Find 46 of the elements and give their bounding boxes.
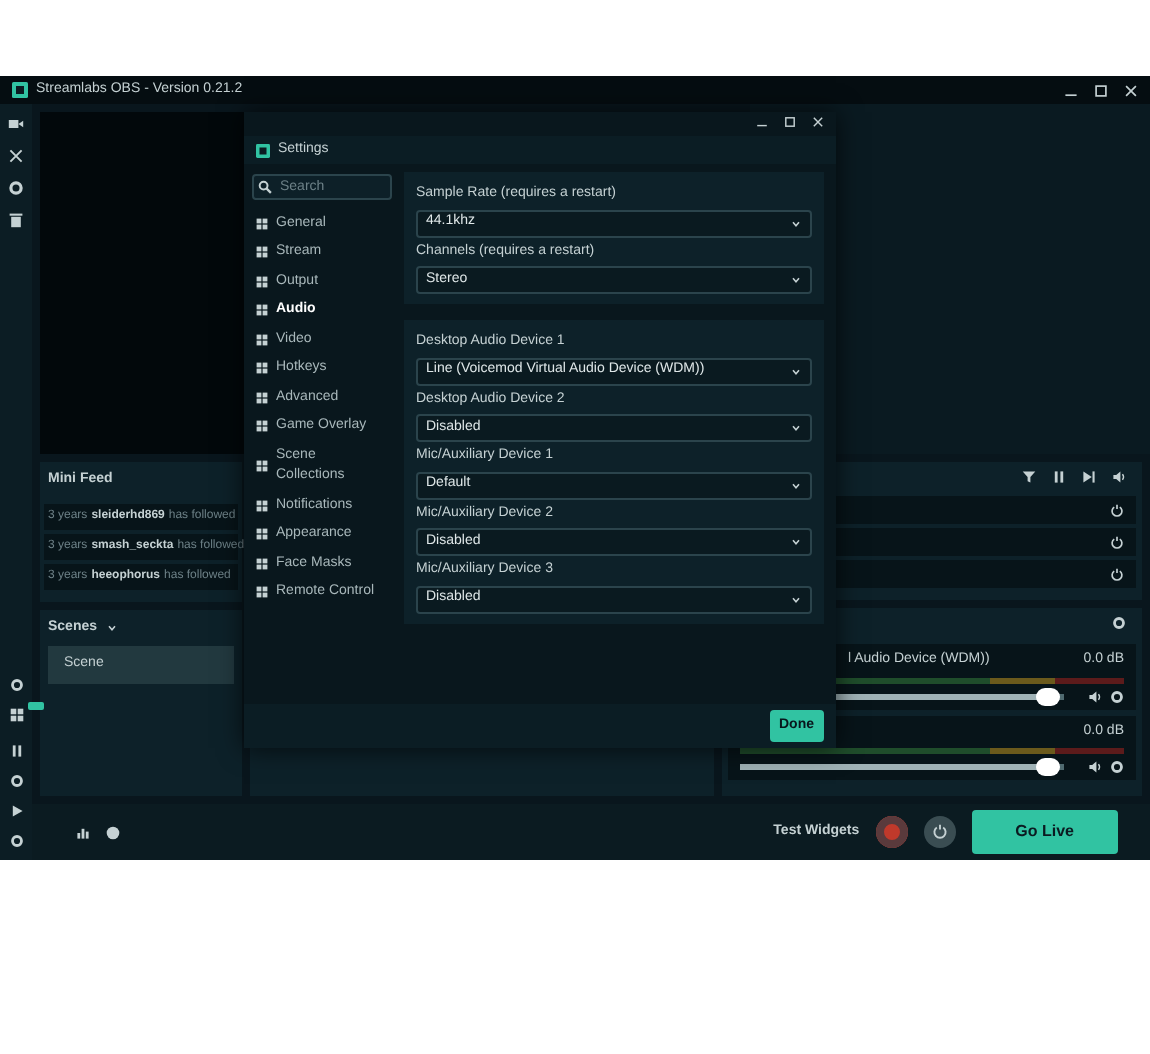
new-badge [27, 701, 43, 709]
grid-icon [256, 557, 268, 570]
pause-icon[interactable] [9, 744, 23, 758]
filter-icon[interactable] [1022, 470, 1036, 484]
speaker-icon[interactable] [1112, 470, 1126, 484]
speaker-icon[interactable] [1088, 760, 1102, 774]
caret-icon [790, 536, 802, 548]
caret-icon [790, 274, 802, 286]
grid-icon [256, 275, 268, 288]
grid-icon [256, 391, 268, 404]
grid-icon [256, 304, 268, 317]
video-camera-icon[interactable] [8, 116, 24, 132]
grid-icon [256, 460, 268, 472]
caret-icon[interactable] [105, 621, 118, 634]
grid-icon[interactable] [9, 708, 23, 723]
caret-icon [790, 593, 802, 605]
slider-thumb[interactable] [1035, 687, 1060, 705]
go-live-button[interactable]: Go Live [971, 810, 1118, 854]
grid-icon [256, 217, 268, 230]
grid-icon [256, 528, 268, 541]
grid-icon [256, 333, 268, 346]
skip-icon[interactable] [1082, 470, 1096, 484]
caret-icon [790, 217, 802, 229]
record-button[interactable] [875, 816, 908, 848]
replay-button[interactable] [923, 816, 956, 848]
caret-icon [790, 422, 802, 434]
grid-icon [256, 499, 268, 512]
speaker-icon[interactable] [1088, 689, 1102, 703]
caret-icon [790, 365, 802, 377]
close-icon[interactable] [812, 116, 824, 128]
grid-icon [256, 246, 268, 259]
trash-icon[interactable] [8, 212, 24, 228]
slider-thumb[interactable] [1035, 758, 1060, 776]
close-icon[interactable] [1124, 83, 1138, 97]
search-icon [258, 180, 272, 194]
grid-icon [256, 586, 268, 599]
grid-icon [256, 362, 268, 375]
maximize-icon[interactable] [784, 116, 796, 128]
play-icon[interactable] [9, 804, 23, 818]
caret-icon [790, 479, 802, 491]
app-logo-icon [12, 82, 28, 98]
maximize-icon[interactable] [1094, 83, 1108, 97]
app-logo-icon [256, 143, 270, 157]
chart-icon[interactable] [76, 825, 90, 839]
grid-icon [256, 420, 268, 433]
pause-icon[interactable] [1052, 470, 1066, 484]
